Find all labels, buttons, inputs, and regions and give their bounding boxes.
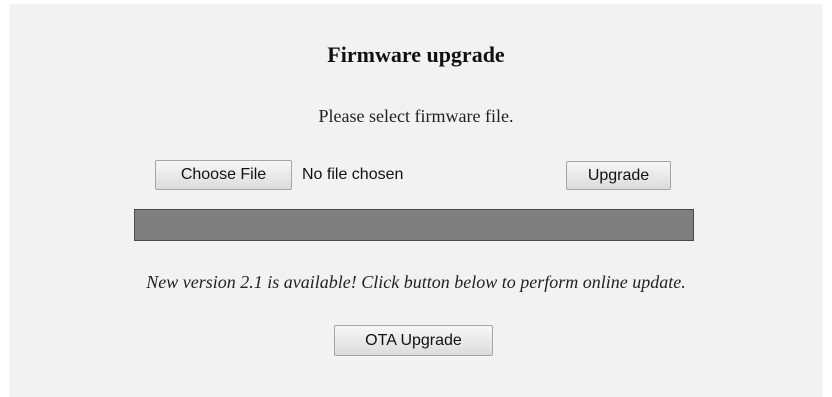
page-title: Firmware upgrade (327, 42, 505, 67)
upgrade-progress-fill (135, 210, 693, 240)
upgrade-button[interactable]: Upgrade (566, 161, 671, 190)
select-file-prompt: Please select firmware file. (318, 106, 514, 126)
choose-file-button[interactable]: Choose File (155, 160, 292, 190)
ota-upgrade-button[interactable]: OTA Upgrade (334, 325, 493, 356)
new-version-notice: New version 2.1 is available! Click butt… (146, 272, 686, 292)
file-chosen-status: No file chosen (302, 166, 404, 183)
firmware-upgrade-panel: Firmware upgrade Please select firmware … (9, 4, 823, 397)
upgrade-progress-bar (134, 209, 694, 241)
